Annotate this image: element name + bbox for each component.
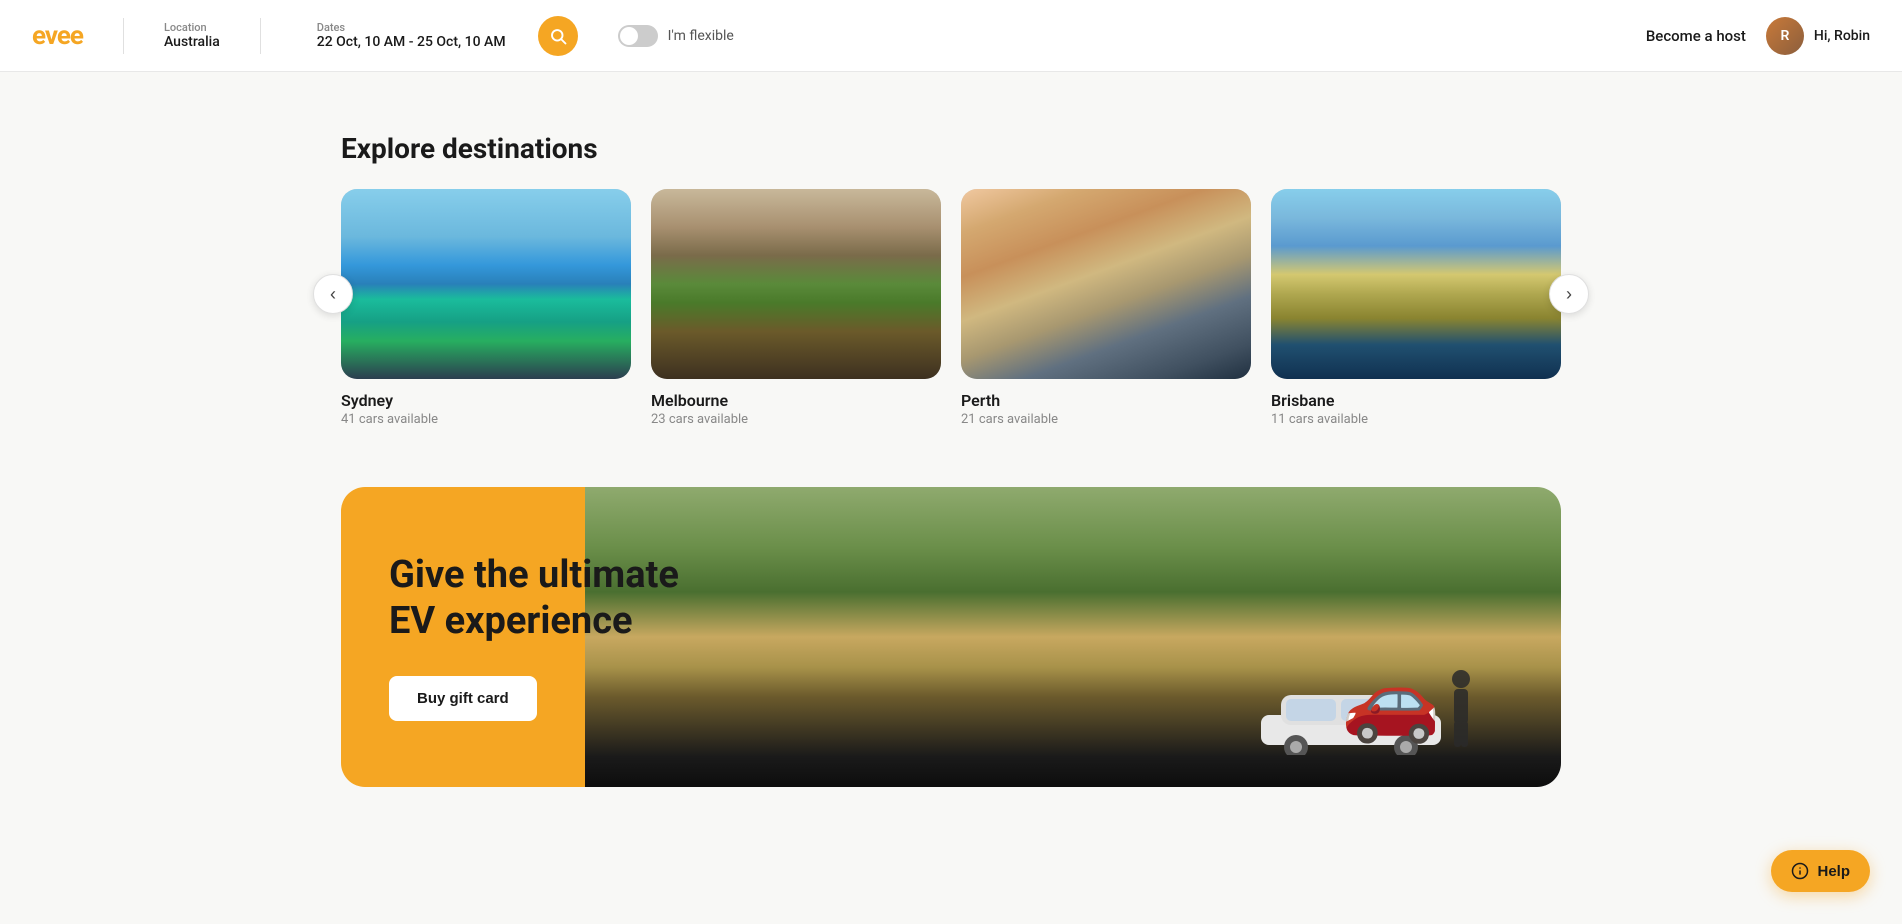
help-label: Help <box>1817 863 1850 880</box>
brisbane-cars: 11 cars available <box>1271 412 1561 427</box>
gift-title: Give the ultimate EV experience <box>389 553 679 644</box>
gift-photo-background <box>585 487 1561 787</box>
nav-divider-2 <box>260 18 261 54</box>
destination-card-melbourne[interactable]: Melbourne 23 cars available <box>651 189 941 427</box>
gift-card-banner: Give the ultimate EV experience Buy gift… <box>341 487 1561 787</box>
destination-card-perth[interactable]: Perth 21 cars available <box>961 189 1251 427</box>
dates-label: Dates <box>317 21 506 34</box>
perth-image <box>961 189 1251 379</box>
help-icon <box>1791 862 1809 880</box>
toggle-track[interactable] <box>618 25 658 47</box>
destination-card-sydney[interactable]: Sydney 41 cars available <box>341 189 631 427</box>
user-area[interactable]: R Hi, Robin <box>1766 17 1870 55</box>
location-field[interactable]: Location Australia <box>164 21 220 50</box>
sydney-name: Sydney <box>341 391 631 410</box>
carousel-next-button[interactable]: › <box>1549 274 1589 314</box>
gift-content: Give the ultimate EV experience Buy gift… <box>341 513 727 761</box>
logo[interactable]: evee <box>32 21 83 51</box>
search-icon <box>549 27 567 45</box>
user-greeting: Hi, Robin <box>1814 28 1870 44</box>
perth-cars: 21 cars available <box>961 412 1251 427</box>
brisbane-name: Brisbane <box>1271 391 1561 410</box>
sydney-image <box>341 189 631 379</box>
toggle-thumb <box>620 27 638 45</box>
carousel-prev-button[interactable]: ‹ <box>313 274 353 314</box>
search-button[interactable] <box>538 16 578 56</box>
nav-divider <box>123 18 124 54</box>
flexible-toggle[interactable]: I'm flexible <box>618 25 734 47</box>
melbourne-name: Melbourne <box>651 391 941 410</box>
nav-right: Become a host R Hi, Robin <box>1646 17 1870 55</box>
dates-value: 22 Oct, 10 AM - 25 Oct, 10 AM <box>317 34 506 50</box>
avatar: R <box>1766 17 1804 55</box>
melbourne-cars: 23 cars available <box>651 412 941 427</box>
location-label: Location <box>164 21 220 34</box>
destinations-carousel: ‹ Sydney 41 cars available Melbourne 23 … <box>301 189 1601 427</box>
buy-gift-card-button[interactable]: Buy gift card <box>389 676 537 721</box>
explore-title: Explore destinations <box>301 132 1601 165</box>
help-button[interactable]: Help <box>1771 850 1870 892</box>
sydney-cars: 41 cars available <box>341 412 631 427</box>
become-host-link[interactable]: Become a host <box>1646 27 1746 45</box>
melbourne-image <box>651 189 941 379</box>
brisbane-image <box>1271 189 1561 379</box>
destination-card-brisbane[interactable]: Brisbane 11 cars available <box>1271 189 1561 427</box>
flexible-label: I'm flexible <box>668 28 734 44</box>
main-content: Explore destinations ‹ Sydney 41 cars av… <box>301 72 1601 827</box>
navbar: evee Location Australia Dates 22 Oct, 10… <box>0 0 1902 72</box>
perth-name: Perth <box>961 391 1251 410</box>
destinations-list: Sydney 41 cars available Melbourne 23 ca… <box>341 189 1561 427</box>
location-value: Australia <box>164 34 220 50</box>
dates-field[interactable]: Dates 22 Oct, 10 AM - 25 Oct, 10 AM <box>317 21 506 50</box>
car-silhouette <box>1251 685 1451 755</box>
